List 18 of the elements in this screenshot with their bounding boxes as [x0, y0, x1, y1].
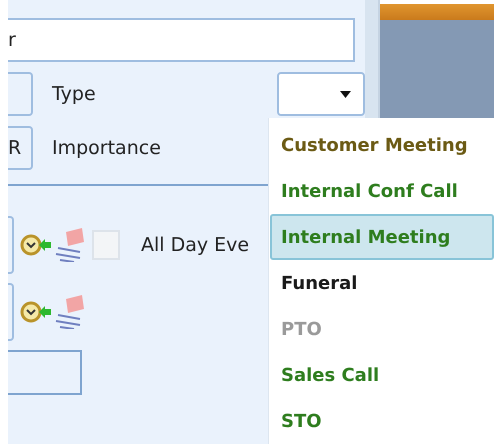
dropdown-option[interactable]: PTO	[270, 306, 494, 352]
dropdown-option[interactable]: Internal Meeting	[270, 214, 494, 260]
dropdown-option[interactable]: Sales Call	[270, 352, 494, 398]
importance-label: Importance	[52, 137, 161, 159]
type-label: Type	[52, 83, 96, 105]
start-field[interactable]	[8, 216, 14, 274]
dropdown-option[interactable]: Funeral	[270, 260, 494, 306]
dropdown-option[interactable]: Customer Meeting	[270, 122, 494, 168]
all-day-label: All Day Eve	[141, 234, 250, 256]
end-field[interactable]	[8, 283, 14, 341]
type-side-button[interactable]	[8, 72, 33, 116]
dropdown-caret-icon	[340, 90, 351, 98]
input-field[interactable]	[8, 350, 82, 395]
importance-side-button[interactable]: R	[8, 126, 33, 170]
dropdown-option[interactable]: STO	[270, 398, 494, 444]
subject-field[interactable]: r	[8, 18, 355, 62]
dropdown-option[interactable]: Internal Conf Call	[270, 168, 494, 214]
type-select[interactable]	[277, 72, 365, 116]
